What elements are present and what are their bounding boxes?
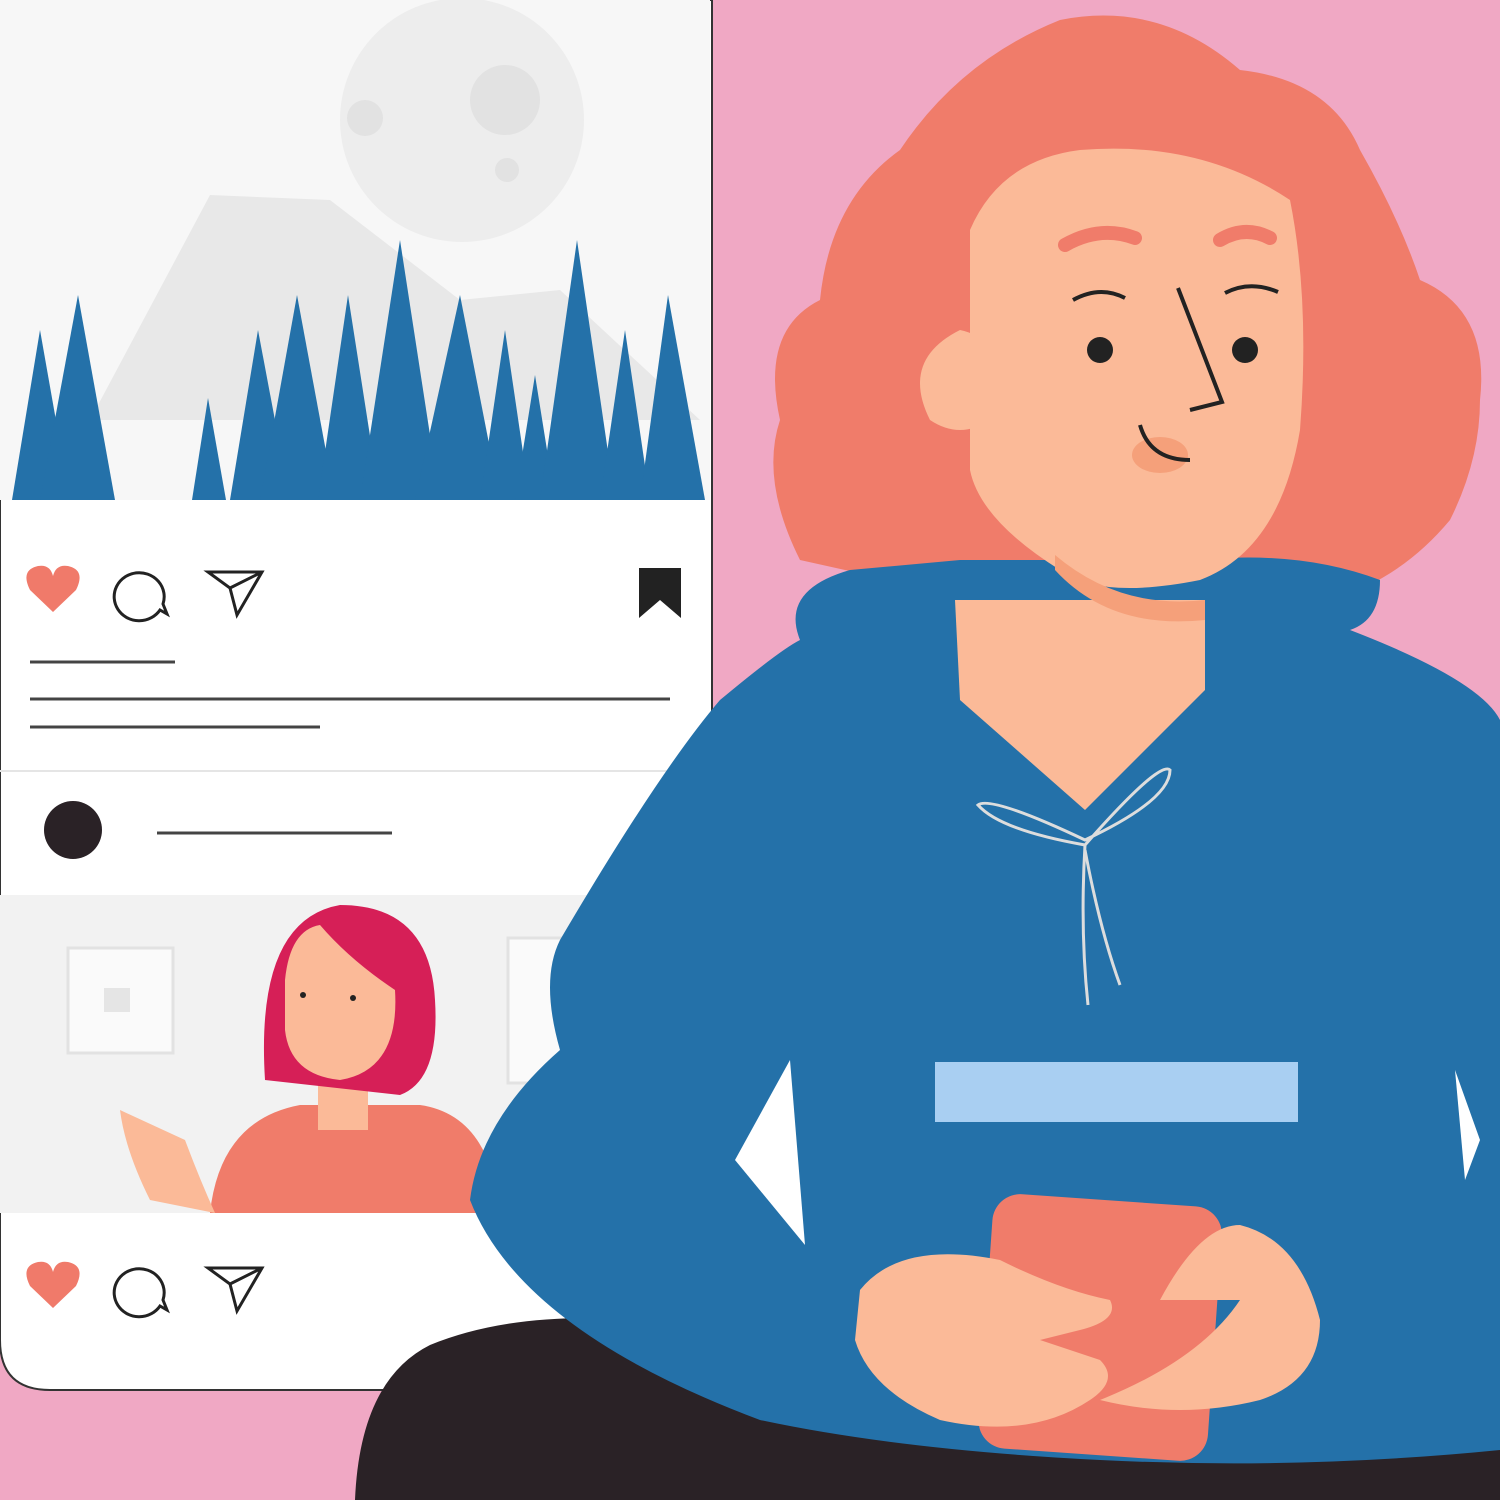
eye bbox=[1232, 337, 1258, 363]
illustration bbox=[0, 0, 1500, 1500]
chest-badge bbox=[935, 1062, 1298, 1122]
eye bbox=[1087, 337, 1113, 363]
post-photo-landscape bbox=[0, 0, 710, 500]
avatar[interactable] bbox=[44, 801, 102, 859]
face bbox=[970, 148, 1304, 589]
